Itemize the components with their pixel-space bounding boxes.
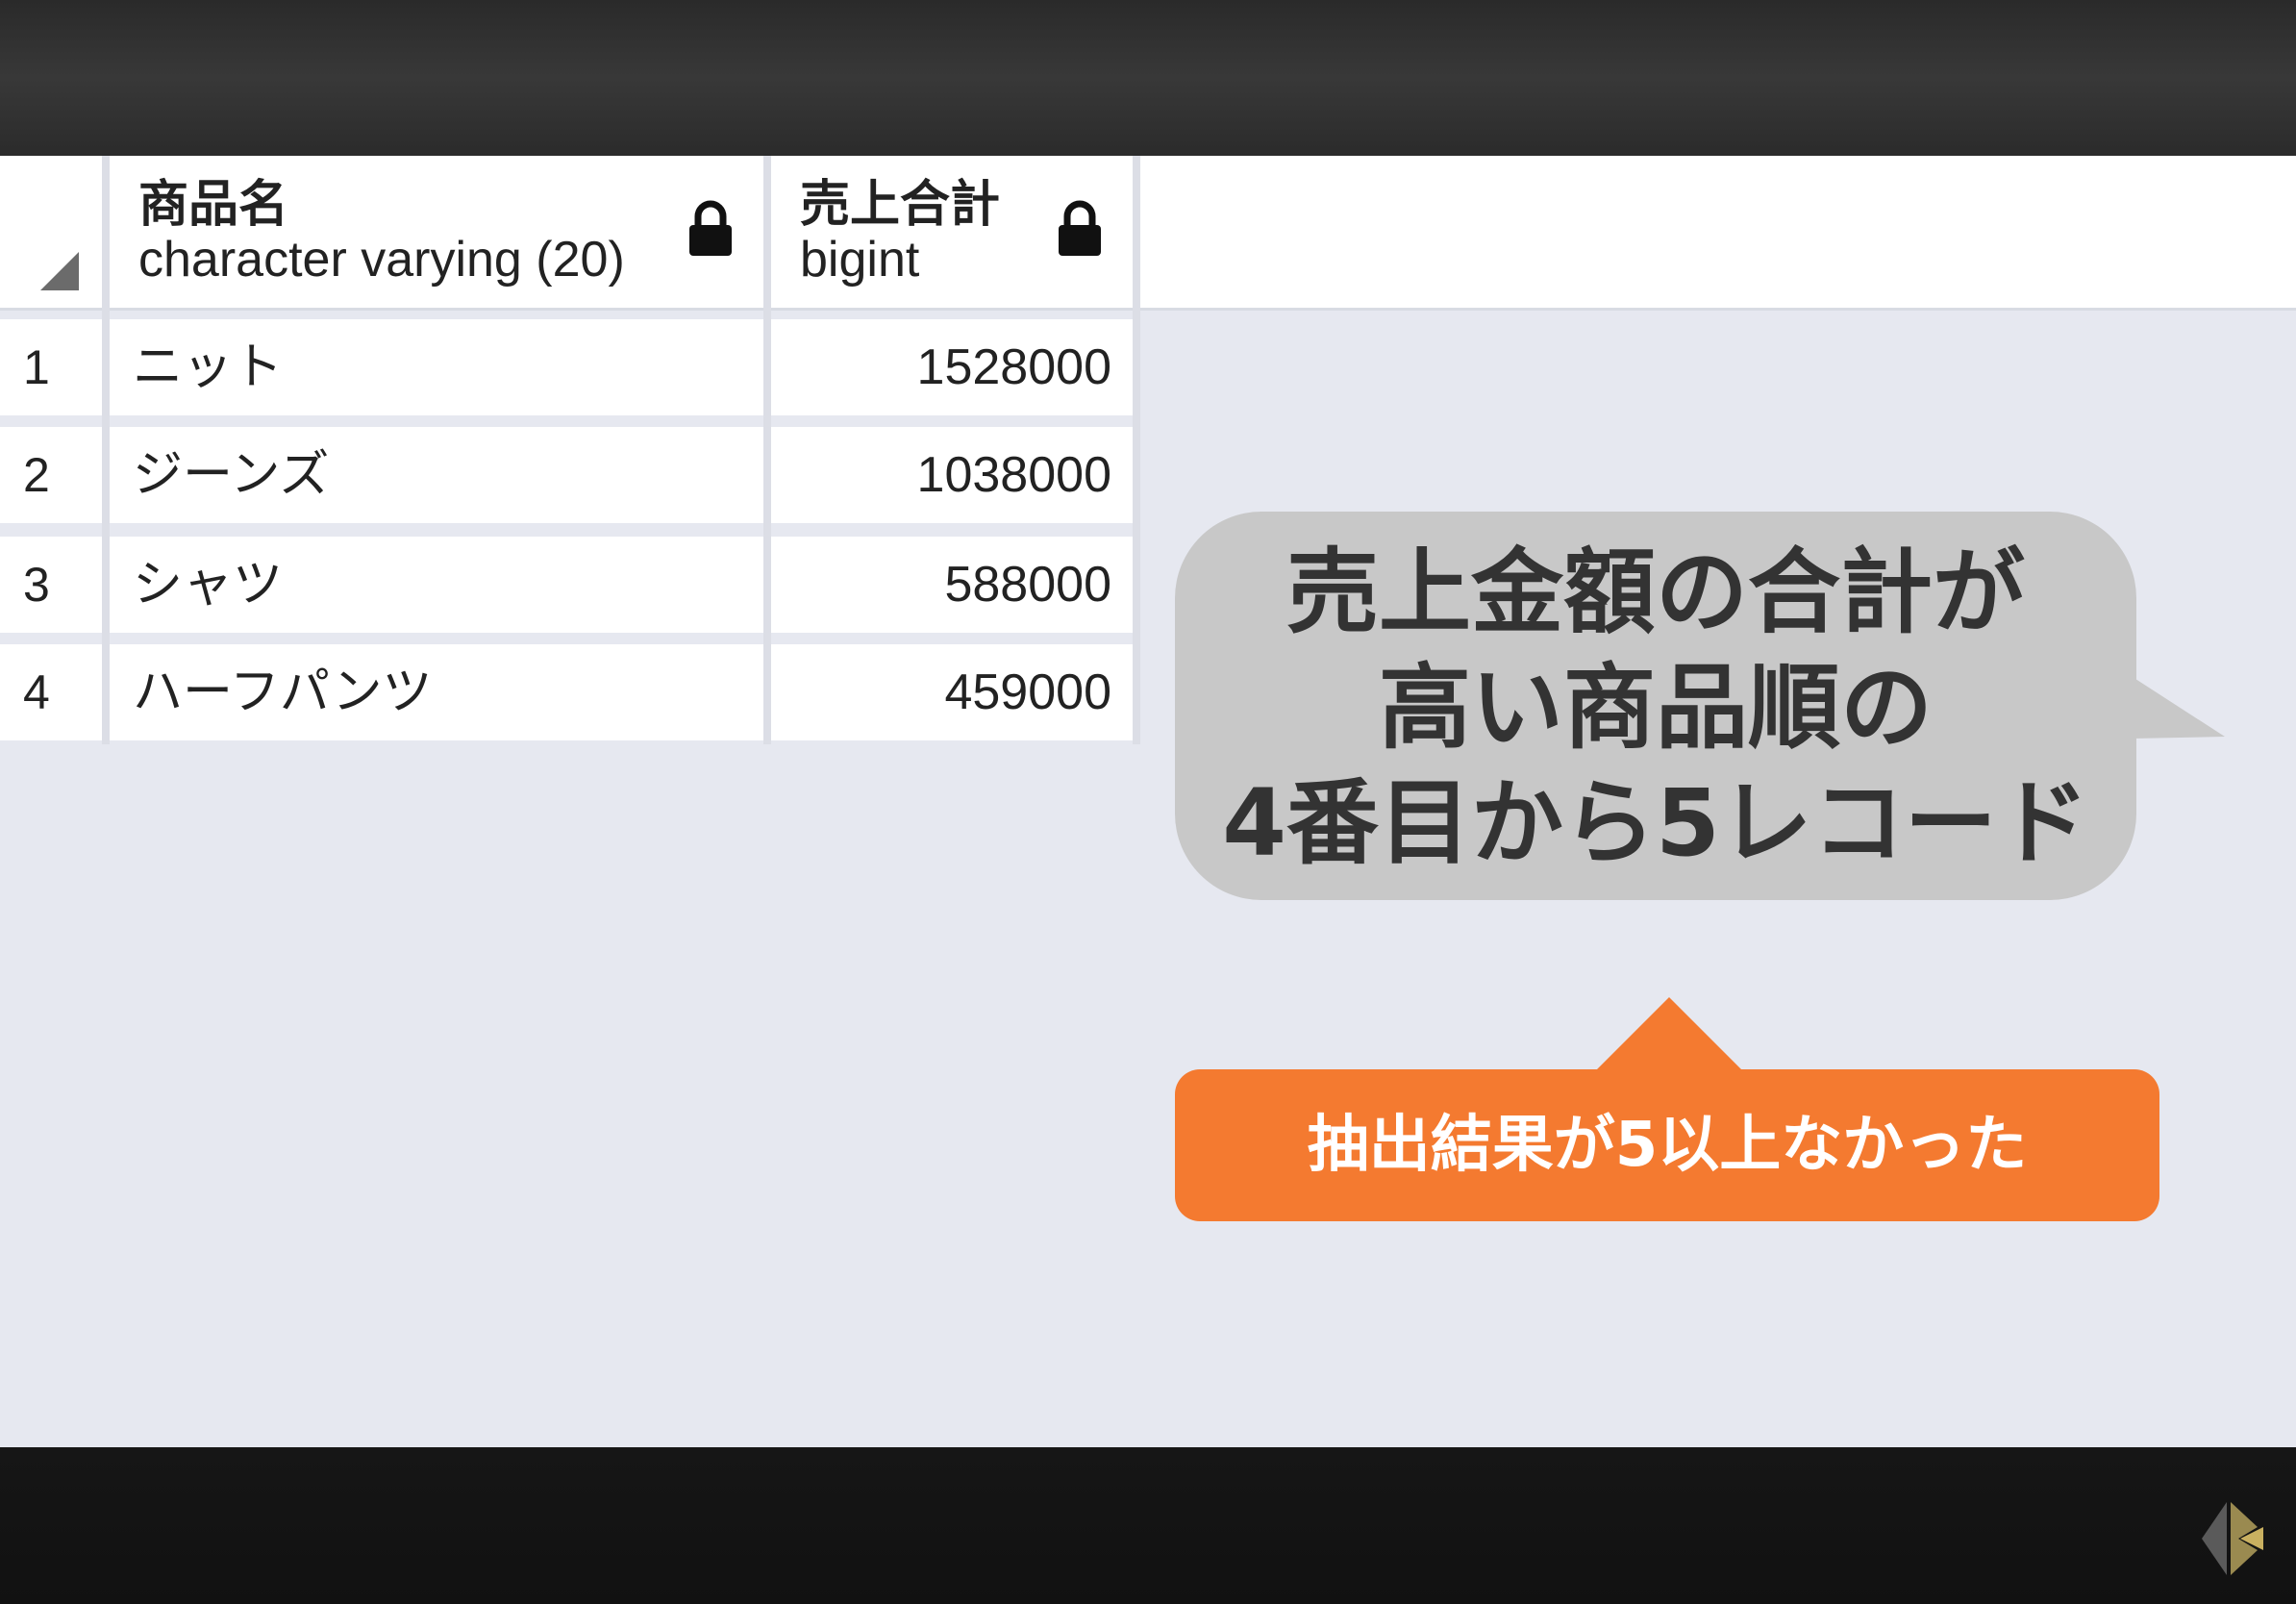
product-name-cell[interactable]: ニット bbox=[110, 319, 763, 415]
lock-icon bbox=[1059, 200, 1101, 256]
query-result-panel: 商品名 character varying (20) 売上合計 bigint 1… bbox=[0, 156, 2296, 1447]
sales-total-cell[interactable]: 1528000 bbox=[771, 319, 1133, 415]
row-number: 4 bbox=[0, 644, 102, 740]
brand-logo-icon bbox=[2202, 1502, 2263, 1575]
column-header-sales-total[interactable]: 売上合計 bigint bbox=[771, 156, 1133, 308]
column-name: 売上合計 bbox=[800, 176, 1001, 234]
column-header-product-name[interactable]: 商品名 character varying (20) bbox=[110, 156, 763, 308]
top-letterbox bbox=[0, 0, 2296, 156]
column-name: 商品名 bbox=[138, 176, 289, 234]
table-row[interactable]: 3 シャツ 588000 bbox=[0, 537, 1133, 633]
product-name-cell[interactable]: シャツ bbox=[110, 537, 763, 633]
row-number: 2 bbox=[0, 427, 102, 523]
table-row[interactable]: 4 ハーフパンツ 459000 bbox=[0, 644, 1133, 740]
column-type: bigint bbox=[800, 232, 920, 288]
speech-bubble-text: 売上金額の合計が 高い商品順の 4番目から5レコード bbox=[1175, 535, 2136, 881]
bubble-line: 売上金額の合計が bbox=[1286, 539, 2025, 646]
sales-total-cell[interactable]: 1038000 bbox=[771, 427, 1133, 523]
note-text: 抽出結果が5以上なかった bbox=[1307, 1110, 2028, 1181]
note-box: 抽出結果が5以上なかった bbox=[1175, 1069, 2159, 1221]
bottom-letterbox bbox=[0, 1447, 2296, 1604]
column-type: character varying (20) bbox=[138, 232, 625, 288]
table-row[interactable]: 2 ジーンズ 1038000 bbox=[0, 427, 1133, 523]
speech-bubble: 売上金額の合計が 高い商品順の 4番目から5レコード bbox=[1175, 512, 2136, 900]
select-all-triangle-icon bbox=[40, 252, 79, 290]
sales-total-cell[interactable]: 459000 bbox=[771, 644, 1133, 740]
note-pointer bbox=[1596, 997, 1742, 1070]
bubble-line: 高い商品順の bbox=[1379, 654, 1933, 762]
row-number: 1 bbox=[0, 319, 102, 415]
row-number: 3 bbox=[0, 537, 102, 633]
speech-bubble-tail bbox=[2133, 677, 2225, 739]
table-row[interactable]: 1 ニット 1528000 bbox=[0, 319, 1133, 415]
column-divider bbox=[1133, 156, 1140, 744]
video-frame: 商品名 character varying (20) 売上合計 bigint 1… bbox=[0, 0, 2296, 1604]
bubble-line: 4番目から5レコード bbox=[1222, 769, 2089, 877]
product-name-cell[interactable]: ハーフパンツ bbox=[110, 644, 763, 740]
select-all-corner[interactable] bbox=[0, 156, 102, 308]
sales-total-cell[interactable]: 588000 bbox=[771, 537, 1133, 633]
lock-icon bbox=[689, 200, 732, 256]
product-name-cell[interactable]: ジーンズ bbox=[110, 427, 763, 523]
